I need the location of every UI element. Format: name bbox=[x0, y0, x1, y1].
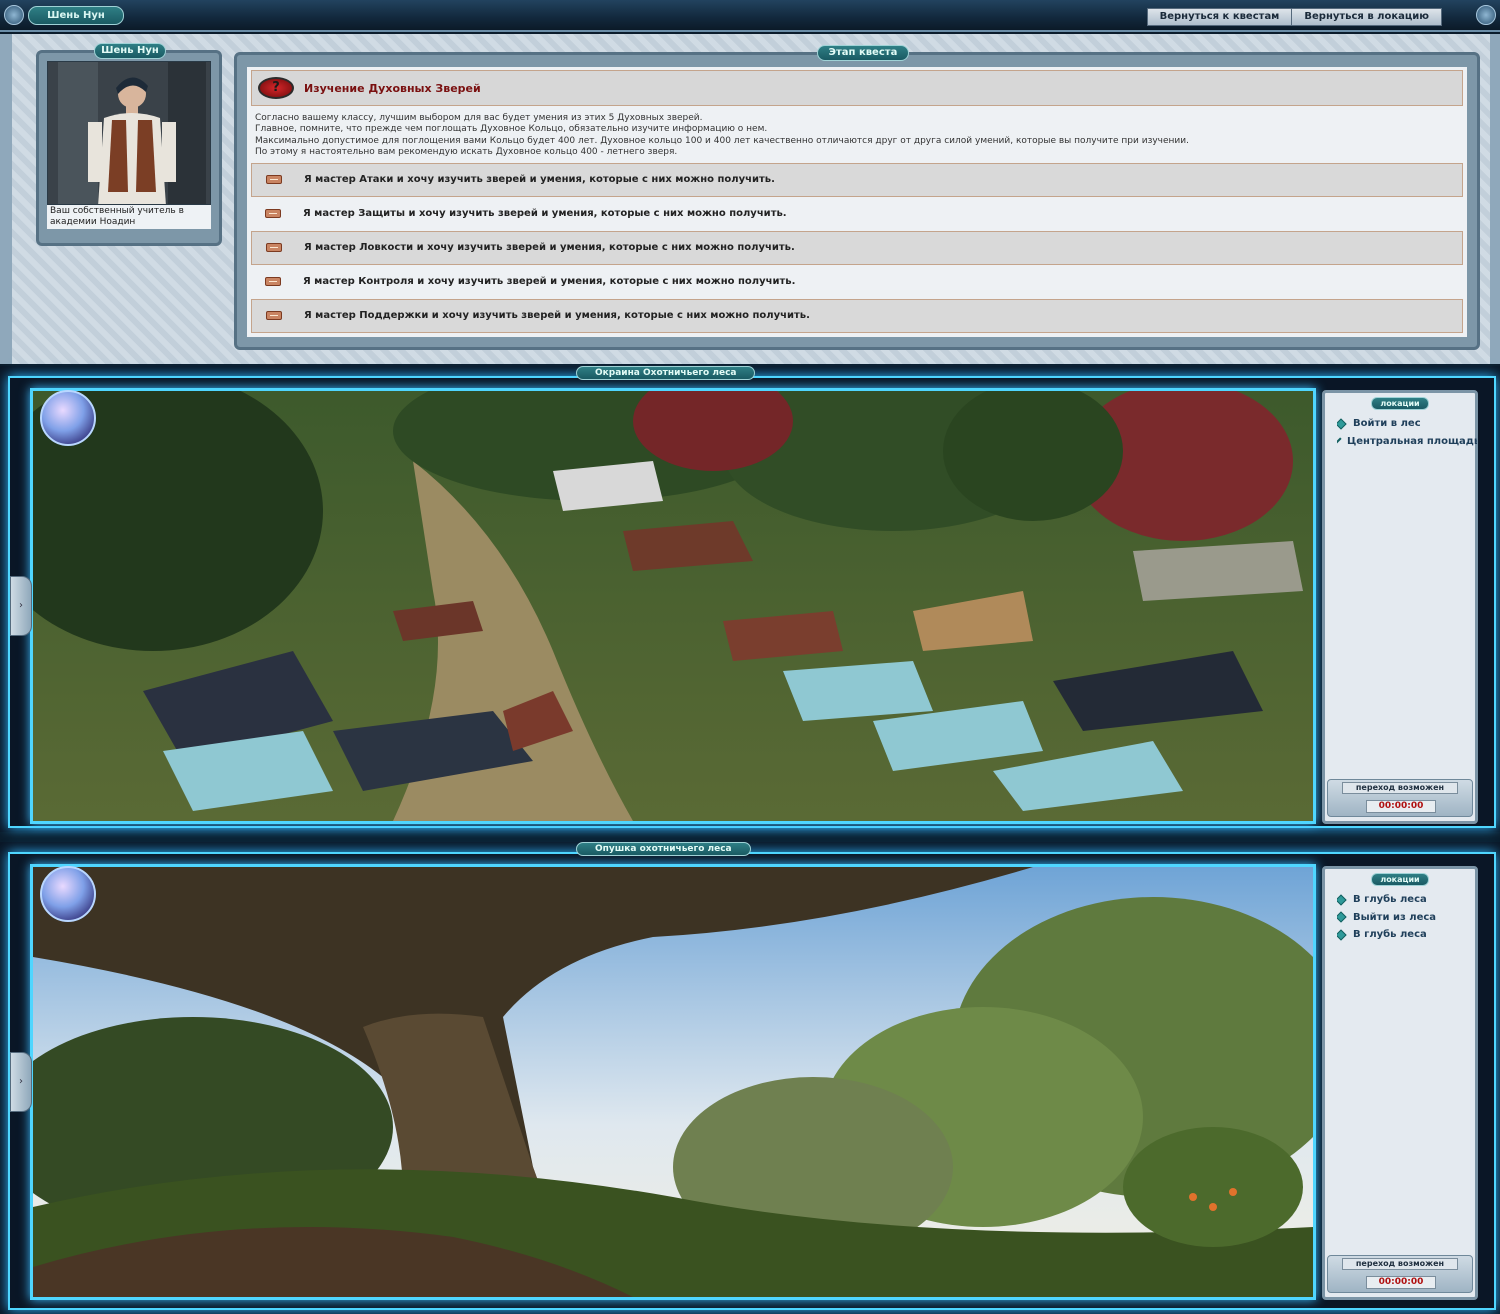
left-ornament-icon bbox=[4, 5, 24, 25]
location-title: Опушка охотничьего леса bbox=[576, 842, 751, 856]
location-link-enter-forest[interactable]: Войти в лес bbox=[1337, 415, 1477, 433]
quest-option-label: Я мастер Поддержки и хочу изучить зверей… bbox=[304, 310, 810, 322]
quest-option-agility[interactable]: Я мастер Ловкости и хочу изучить зверей … bbox=[251, 230, 1463, 265]
diamond-bullet-icon bbox=[1337, 929, 1347, 941]
chevron-right-icon[interactable]: › bbox=[10, 1052, 32, 1112]
npc-caption: Ваш собственный учитель в академии Ноади… bbox=[47, 205, 211, 229]
diamond-bullet-icon bbox=[1337, 418, 1347, 430]
location-links: Войти в лес Центральная площадь bbox=[1337, 415, 1477, 450]
header-buttons: Вернуться к квестам Вернуться в локацию bbox=[1146, 8, 1442, 26]
quest-option-support[interactable]: Я мастер Поддержки и хочу изучить зверей… bbox=[251, 298, 1463, 333]
scroll-icon bbox=[265, 209, 281, 219]
npc-portrait bbox=[47, 61, 211, 205]
location-link-label: В глубь леса bbox=[1353, 929, 1427, 941]
question-icon: ? bbox=[258, 77, 294, 99]
quest-area: Шень Нун Ваш собственный учитель в акаде… bbox=[0, 34, 1500, 364]
header-title: Шень Нун bbox=[28, 6, 124, 25]
quest-content: ? Изучение Духовных Зверей Согласно ваше… bbox=[247, 67, 1467, 337]
quest-title: Изучение Духовных Зверей bbox=[304, 81, 481, 95]
location-sidebar: локации Войти в лес Центральная площадь … bbox=[1322, 390, 1478, 824]
quest-option-label: Я мастер Ловкости и хочу изучить зверей … bbox=[304, 242, 795, 254]
location-link-label: Выйти из леса bbox=[1353, 911, 1437, 923]
back-to-quests-button[interactable]: Вернуться к квестам bbox=[1146, 8, 1293, 26]
locations-plate: локации bbox=[1371, 873, 1429, 886]
quest-description-line: Максимально допустимое для поглощения ва… bbox=[255, 135, 1189, 146]
location-panel-forest-edge: Опушка охотничьего леса › локации В глуб… bbox=[0, 842, 1500, 1314]
right-ornament-icon bbox=[1476, 5, 1496, 25]
top-header: Шень Нун Вернуться к квестам Вернуться в… bbox=[0, 0, 1500, 32]
location-link-label: Войти в лес bbox=[1353, 418, 1421, 430]
location-link-label: В глубь леса bbox=[1353, 894, 1427, 906]
location-link-deep-forest[interactable]: В глубь леса bbox=[1337, 891, 1477, 909]
quest-description: Согласно вашему классу, лучшим выбором д… bbox=[251, 106, 1463, 163]
location-links: В глубь леса Выйти из леса В глубь леса bbox=[1337, 891, 1477, 944]
quest-panel: Этап квеста ? Изучение Духовных Зверей С… bbox=[234, 45, 1480, 350]
location-panel-outskirts: Окраина Охотничьего леса › локации Войти… bbox=[0, 366, 1500, 832]
scroll-icon bbox=[266, 175, 282, 185]
diamond-bullet-icon bbox=[1337, 894, 1347, 906]
quest-option-control[interactable]: Я мастер Контроля и хочу изучить зверей … bbox=[251, 265, 1463, 299]
npc-panel: Шень Нун Ваш собственный учитель в акаде… bbox=[36, 43, 222, 246]
location-scene-image bbox=[30, 388, 1316, 824]
location-link-central-square[interactable]: Центральная площадь bbox=[1337, 433, 1477, 451]
chevron-right-icon[interactable]: › bbox=[10, 576, 32, 636]
location-scene-image bbox=[30, 864, 1316, 1300]
diamond-bullet-icon bbox=[1337, 911, 1347, 923]
scroll-icon bbox=[265, 277, 281, 287]
location-link-deep-forest-2[interactable]: В глубь леса bbox=[1337, 926, 1477, 944]
quest-option-attack[interactable]: Я мастер Атаки и хочу изучить зверей и у… bbox=[251, 162, 1463, 197]
quest-stage-plate: Этап квеста bbox=[817, 45, 909, 61]
transition-timer: 00:00:00 bbox=[1366, 800, 1436, 813]
back-to-location-button[interactable]: Вернуться в локацию bbox=[1292, 8, 1442, 26]
quest-description-line: Согласно вашему классу, лучшим выбором д… bbox=[255, 113, 703, 123]
transition-status: переход возможен 00:00:00 bbox=[1327, 1255, 1473, 1293]
globe-icon[interactable] bbox=[40, 390, 96, 446]
diamond-bullet-icon bbox=[1337, 437, 1342, 445]
quest-option-label: Я мастер Защиты и хочу изучить зверей и … bbox=[303, 208, 787, 220]
transition-status: переход возможен 00:00:00 bbox=[1327, 779, 1473, 817]
quest-header: ? Изучение Духовных Зверей bbox=[251, 70, 1463, 106]
transition-timer: 00:00:00 bbox=[1366, 1276, 1436, 1289]
transition-status-label: переход возможен bbox=[1342, 1258, 1458, 1270]
quest-description-line: Главное, помните, что прежде чем поглоща… bbox=[255, 124, 768, 135]
npc-name-plate: Шень Нун bbox=[94, 43, 166, 59]
locations-plate: локации bbox=[1371, 397, 1429, 410]
quest-description-line: По этому я настоятельно вам рекомендую и… bbox=[255, 147, 678, 158]
scroll-icon bbox=[266, 243, 282, 253]
globe-icon[interactable] bbox=[40, 866, 96, 922]
quest-option-label: Я мастер Атаки и хочу изучить зверей и у… bbox=[304, 174, 775, 186]
location-link-label: Центральная площадь bbox=[1347, 435, 1477, 447]
scroll-icon bbox=[266, 311, 282, 321]
quest-option-defense[interactable]: Я мастер Защиты и хочу изучить зверей и … bbox=[251, 197, 1463, 231]
quest-option-label: Я мастер Контроля и хочу изучить зверей … bbox=[303, 276, 796, 288]
location-link-exit-forest[interactable]: Выйти из леса bbox=[1337, 909, 1477, 927]
location-sidebar: локации В глубь леса Выйти из леса В глу… bbox=[1322, 866, 1478, 1300]
location-title: Окраина Охотничьего леса bbox=[576, 366, 756, 380]
transition-status-label: переход возможен bbox=[1342, 782, 1458, 794]
